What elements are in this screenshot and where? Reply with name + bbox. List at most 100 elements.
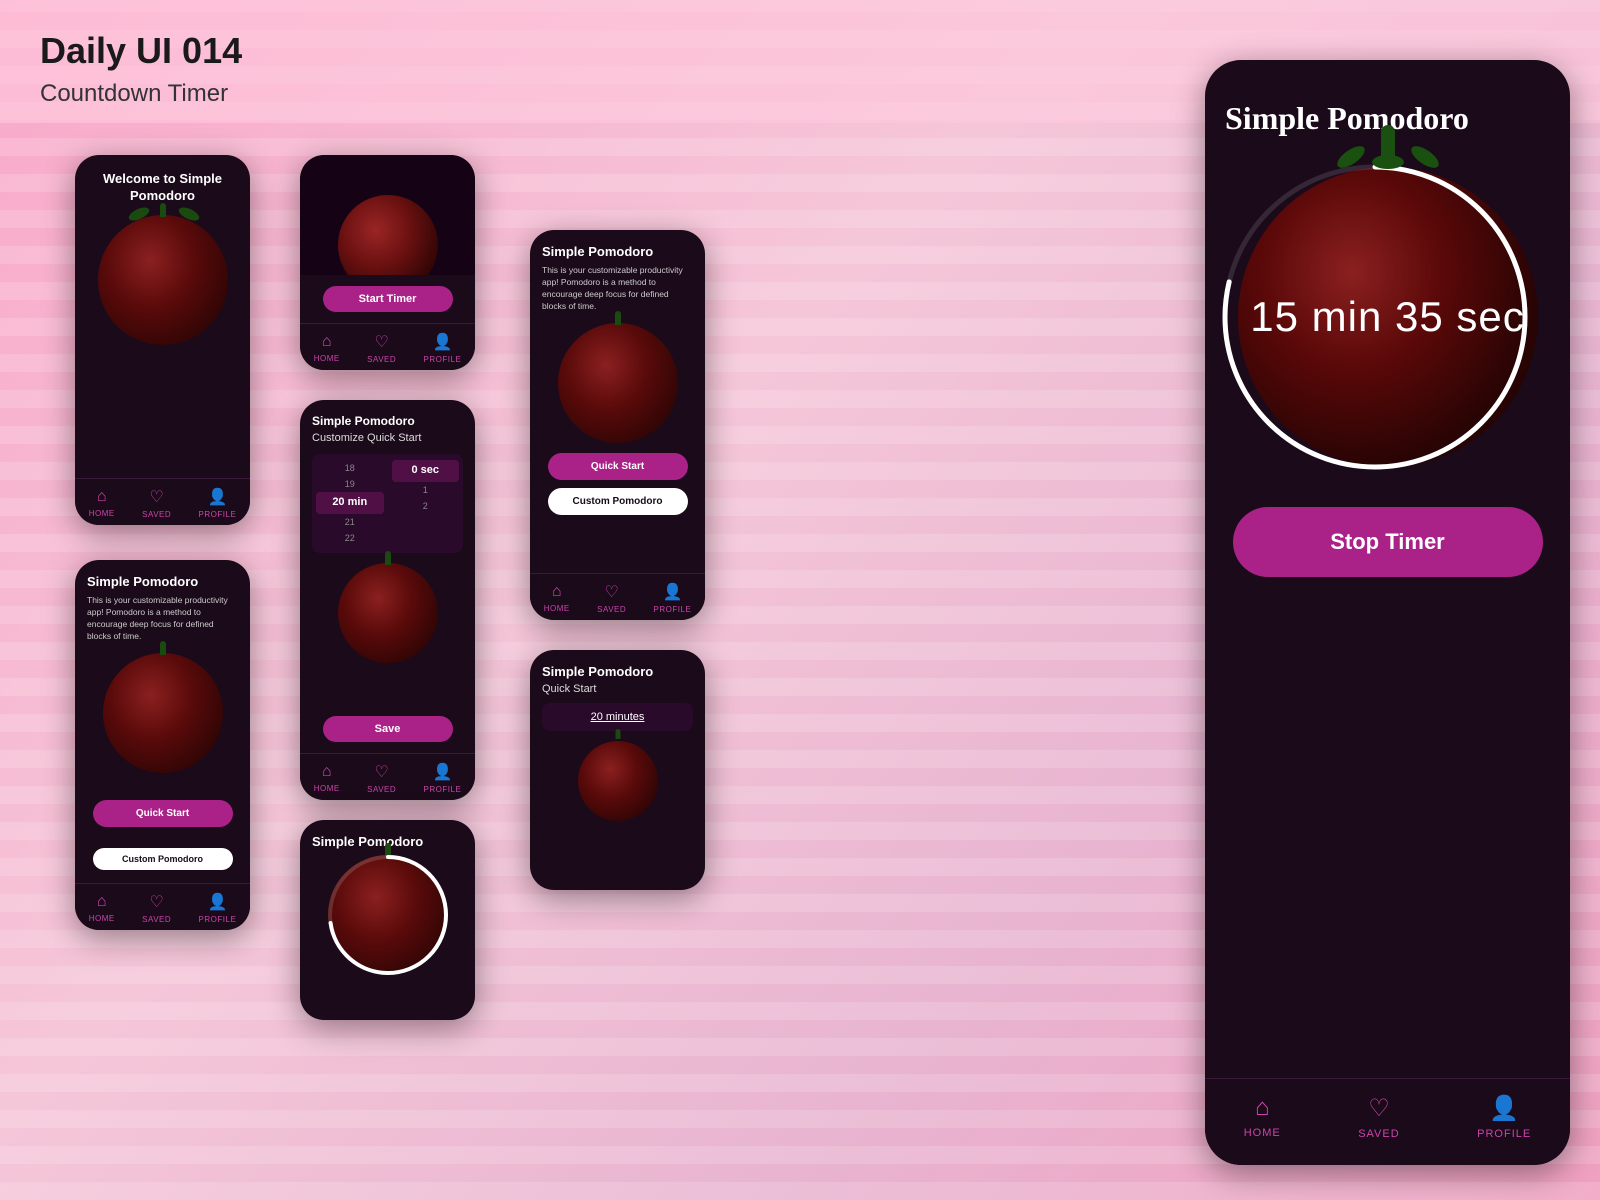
main-profile-label: PROFILE [1477, 1128, 1531, 1140]
profile-icon-1: 👤 [207, 487, 227, 507]
phone-customize: Simple Pomodoro Customize Quick Start 18… [300, 400, 475, 800]
minutes-value: 20 minutes [552, 711, 683, 723]
tomato-image-1 [98, 215, 228, 345]
main-leaf-2 [1372, 155, 1404, 169]
heart-icon-5: ♡ [604, 582, 618, 602]
home-icon-5: ⌂ [552, 583, 562, 601]
nav-saved-2[interactable]: ♡ SAVED [367, 332, 396, 364]
phone5-app-title: Simple Pomodoro [542, 244, 693, 259]
home-icon-4: ⌂ [97, 893, 107, 911]
phone5-content: Simple Pomodoro This is your customizabl… [530, 230, 705, 620]
home-label-5: HOME [544, 604, 570, 613]
profile-label-3: PROFILE [424, 785, 462, 794]
main-home-icon: ⌂ [1255, 1095, 1269, 1122]
main-heart-icon: ♡ [1368, 1094, 1390, 1123]
main-saved-label: SAVED [1358, 1128, 1399, 1140]
picker-row-19: 19 [316, 476, 384, 492]
save-button[interactable]: Save [323, 716, 453, 742]
bottom-nav-3: ⌂ HOME ♡ SAVED 👤 PROFILE [300, 753, 475, 800]
nav-home-1[interactable]: ⌂ HOME [89, 488, 115, 518]
phone-main-content: Simple Pomodoro 15 min 35 sec [1205, 60, 1570, 1165]
main-home-label: HOME [1244, 1127, 1281, 1139]
phone6-content: Simple Pomodoro Quick Start 20 minutes [530, 650, 705, 890]
profile-label-2: PROFILE [424, 355, 462, 364]
minutes-display: 20 minutes [542, 703, 693, 731]
tomato-stem-5 [615, 311, 621, 325]
phone-quickstart-minutes: Simple Pomodoro Quick Start 20 minutes [530, 650, 705, 890]
main-leaves [1335, 155, 1441, 169]
quick-start-button-4[interactable]: Quick Start [93, 800, 233, 827]
quick-start-button-5[interactable]: Quick Start [548, 453, 688, 480]
nav-home-3[interactable]: ⌂ HOME [314, 763, 340, 793]
home-label-2: HOME [314, 354, 340, 363]
nav-home-2[interactable]: ⌂ HOME [314, 333, 340, 363]
small-ring-svg [320, 847, 456, 983]
home-label-1: HOME [89, 509, 115, 518]
profile-icon-3: 👤 [432, 762, 452, 782]
nav-profile-2[interactable]: 👤 PROFILE [424, 332, 462, 364]
tomato-leaf-2 [176, 205, 200, 223]
nav-saved-4[interactable]: ♡ SAVED [142, 892, 171, 924]
start-timer-button[interactable]: Start Timer [323, 286, 453, 312]
phone-main-timer: Simple Pomodoro 15 min 35 sec [1205, 60, 1570, 1165]
nav-profile-4[interactable]: 👤 PROFILE [199, 892, 237, 924]
saved-label-4: SAVED [142, 915, 171, 924]
profile-label-5: PROFILE [654, 605, 692, 614]
nav-saved-5[interactable]: ♡ SAVED [597, 582, 626, 614]
nav-profile-3[interactable]: 👤 PROFILE [424, 762, 462, 794]
main-leaf-3 [1407, 142, 1441, 172]
main-nav-saved[interactable]: ♡ SAVED [1358, 1094, 1399, 1140]
nav-saved-1[interactable]: ♡ SAVED [142, 487, 171, 519]
phone5-description: This is your customizable productivity a… [542, 265, 693, 313]
tomato-stem-3 [385, 551, 391, 565]
phone4-description: This is your customizable productivity a… [87, 595, 238, 643]
picker-row-22: 22 [316, 530, 384, 546]
saved-label-1: SAVED [142, 510, 171, 519]
minutes-picker[interactable]: 18 19 20 min 21 22 [316, 460, 384, 547]
heart-icon-2: ♡ [374, 332, 388, 352]
nav-saved-3[interactable]: ♡ SAVED [367, 762, 396, 794]
home-icon-2: ⌂ [322, 333, 332, 351]
profile-label-1: PROFILE [199, 510, 237, 519]
nav-home-5[interactable]: ⌂ HOME [544, 583, 570, 613]
timer-ring-svg [1210, 152, 1540, 482]
picker-row-18: 18 [316, 460, 384, 476]
phone6-section-title: Quick Start [542, 683, 693, 695]
tomato-image-6 [578, 741, 658, 821]
phone-info-small: Simple Pomodoro This is your customizabl… [75, 560, 250, 930]
phone-partial-bottom: Simple Pomodoro [300, 820, 475, 1020]
main-tomato-stem-group [1335, 125, 1441, 169]
nav-home-4[interactable]: ⌂ HOME [89, 893, 115, 923]
custom-pomodoro-button-4[interactable]: Custom Pomodoro [93, 848, 233, 870]
saved-label-5: SAVED [597, 605, 626, 614]
main-profile-icon: 👤 [1489, 1094, 1519, 1123]
phone-welcome-content: Welcome to SimplePomodoro [75, 155, 250, 525]
phone3-app-title: Simple Pomodoro [312, 414, 463, 428]
home-icon-3: ⌂ [322, 763, 332, 781]
phone6-app-title: Simple Pomodoro [542, 664, 693, 679]
saved-label-2: SAVED [367, 355, 396, 364]
phone3-section-title: Customize Quick Start [312, 432, 463, 444]
phone7-content: Simple Pomodoro [300, 820, 475, 975]
picker-sec-2: 2 [392, 498, 460, 514]
nav-profile-5[interactable]: 👤 PROFILE [654, 582, 692, 614]
tomato-stem-1 [160, 203, 166, 217]
heart-icon-3: ♡ [374, 762, 388, 782]
bottom-nav-2: ⌂ HOME ♡ SAVED 👤 PROFILE [300, 323, 475, 370]
picker-sec-1: 1 [392, 482, 460, 498]
tomato-image-3 [338, 563, 438, 663]
time-picker[interactable]: 18 19 20 min 21 22 0 sec 1 2 [312, 454, 463, 553]
tomato-leaf-1 [126, 205, 150, 223]
custom-pomodoro-button-5[interactable]: Custom Pomodoro [548, 488, 688, 515]
heart-icon-1: ♡ [149, 487, 163, 507]
timer-area: 15 min 35 sec [1225, 167, 1550, 467]
picker-row-20-active: 20 min [316, 492, 384, 514]
nav-profile-1[interactable]: 👤 PROFILE [199, 487, 237, 519]
main-nav-profile[interactable]: 👤 PROFILE [1477, 1094, 1531, 1140]
bottom-nav-1: ⌂ HOME ♡ SAVED 👤 PROFILE [75, 478, 250, 525]
stop-timer-button[interactable]: Stop Timer [1233, 507, 1543, 577]
seconds-picker[interactable]: 0 sec 1 2 [392, 460, 460, 547]
tomato-stem-6 [615, 729, 620, 739]
main-leaf-1 [1333, 142, 1367, 172]
main-nav-home[interactable]: ⌂ HOME [1244, 1095, 1281, 1139]
